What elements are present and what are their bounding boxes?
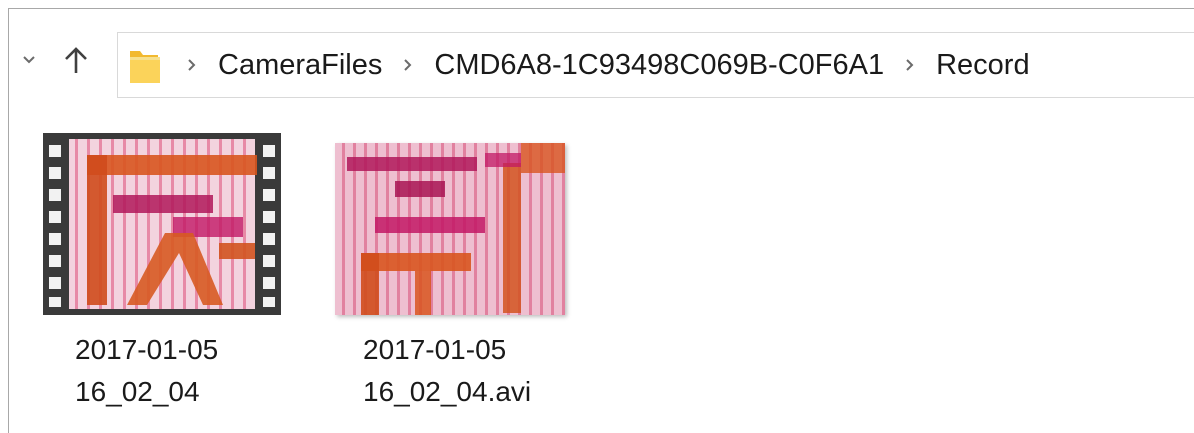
file-item-avi[interactable]: 2017-01-05 16_02_04.avi [327,133,597,423]
file-name-line1: 2017-01-05 [75,334,219,365]
breadcrumb-device-folder[interactable]: CMD6A8-1C93498C069B-C0F6A1 [424,45,894,85]
breadcrumb-record[interactable]: Record [926,45,1040,85]
chevron-right-icon[interactable] [392,55,424,75]
file-name: 2017-01-05 16_02_04 [75,329,305,413]
chevron-right-icon[interactable] [176,55,208,75]
breadcrumb-camerafiles[interactable]: CameraFiles [208,45,392,85]
folder-icon [128,45,162,85]
file-list: 2017-01-05 16_02_04 2017-01-05 16_02_04.… [9,109,1194,433]
chevron-down-icon [23,56,35,64]
video-thumbnail [43,133,281,315]
address-bar[interactable]: CameraFiles CMD6A8-1C93498C069B-C0F6A1 R… [117,32,1194,98]
chevron-right-icon[interactable] [894,55,926,75]
file-name-line2: 16_02_04.avi [363,376,532,407]
up-button[interactable] [59,43,93,77]
recent-locations-button[interactable] [17,47,41,73]
file-name-line1: 2017-01-05 [363,334,507,365]
file-item-video[interactable]: 2017-01-05 16_02_04 [39,133,309,423]
file-name-line2: 16_02_04 [75,376,200,407]
explorer-window: CameraFiles CMD6A8-1C93498C069B-C0F6A1 R… [8,8,1194,433]
file-name: 2017-01-05 16_02_04.avi [363,329,593,413]
arrow-up-icon [65,47,87,73]
navigation-bar: CameraFiles CMD6A8-1C93498C069B-C0F6A1 R… [9,9,1194,109]
avi-thumbnail [335,143,565,315]
